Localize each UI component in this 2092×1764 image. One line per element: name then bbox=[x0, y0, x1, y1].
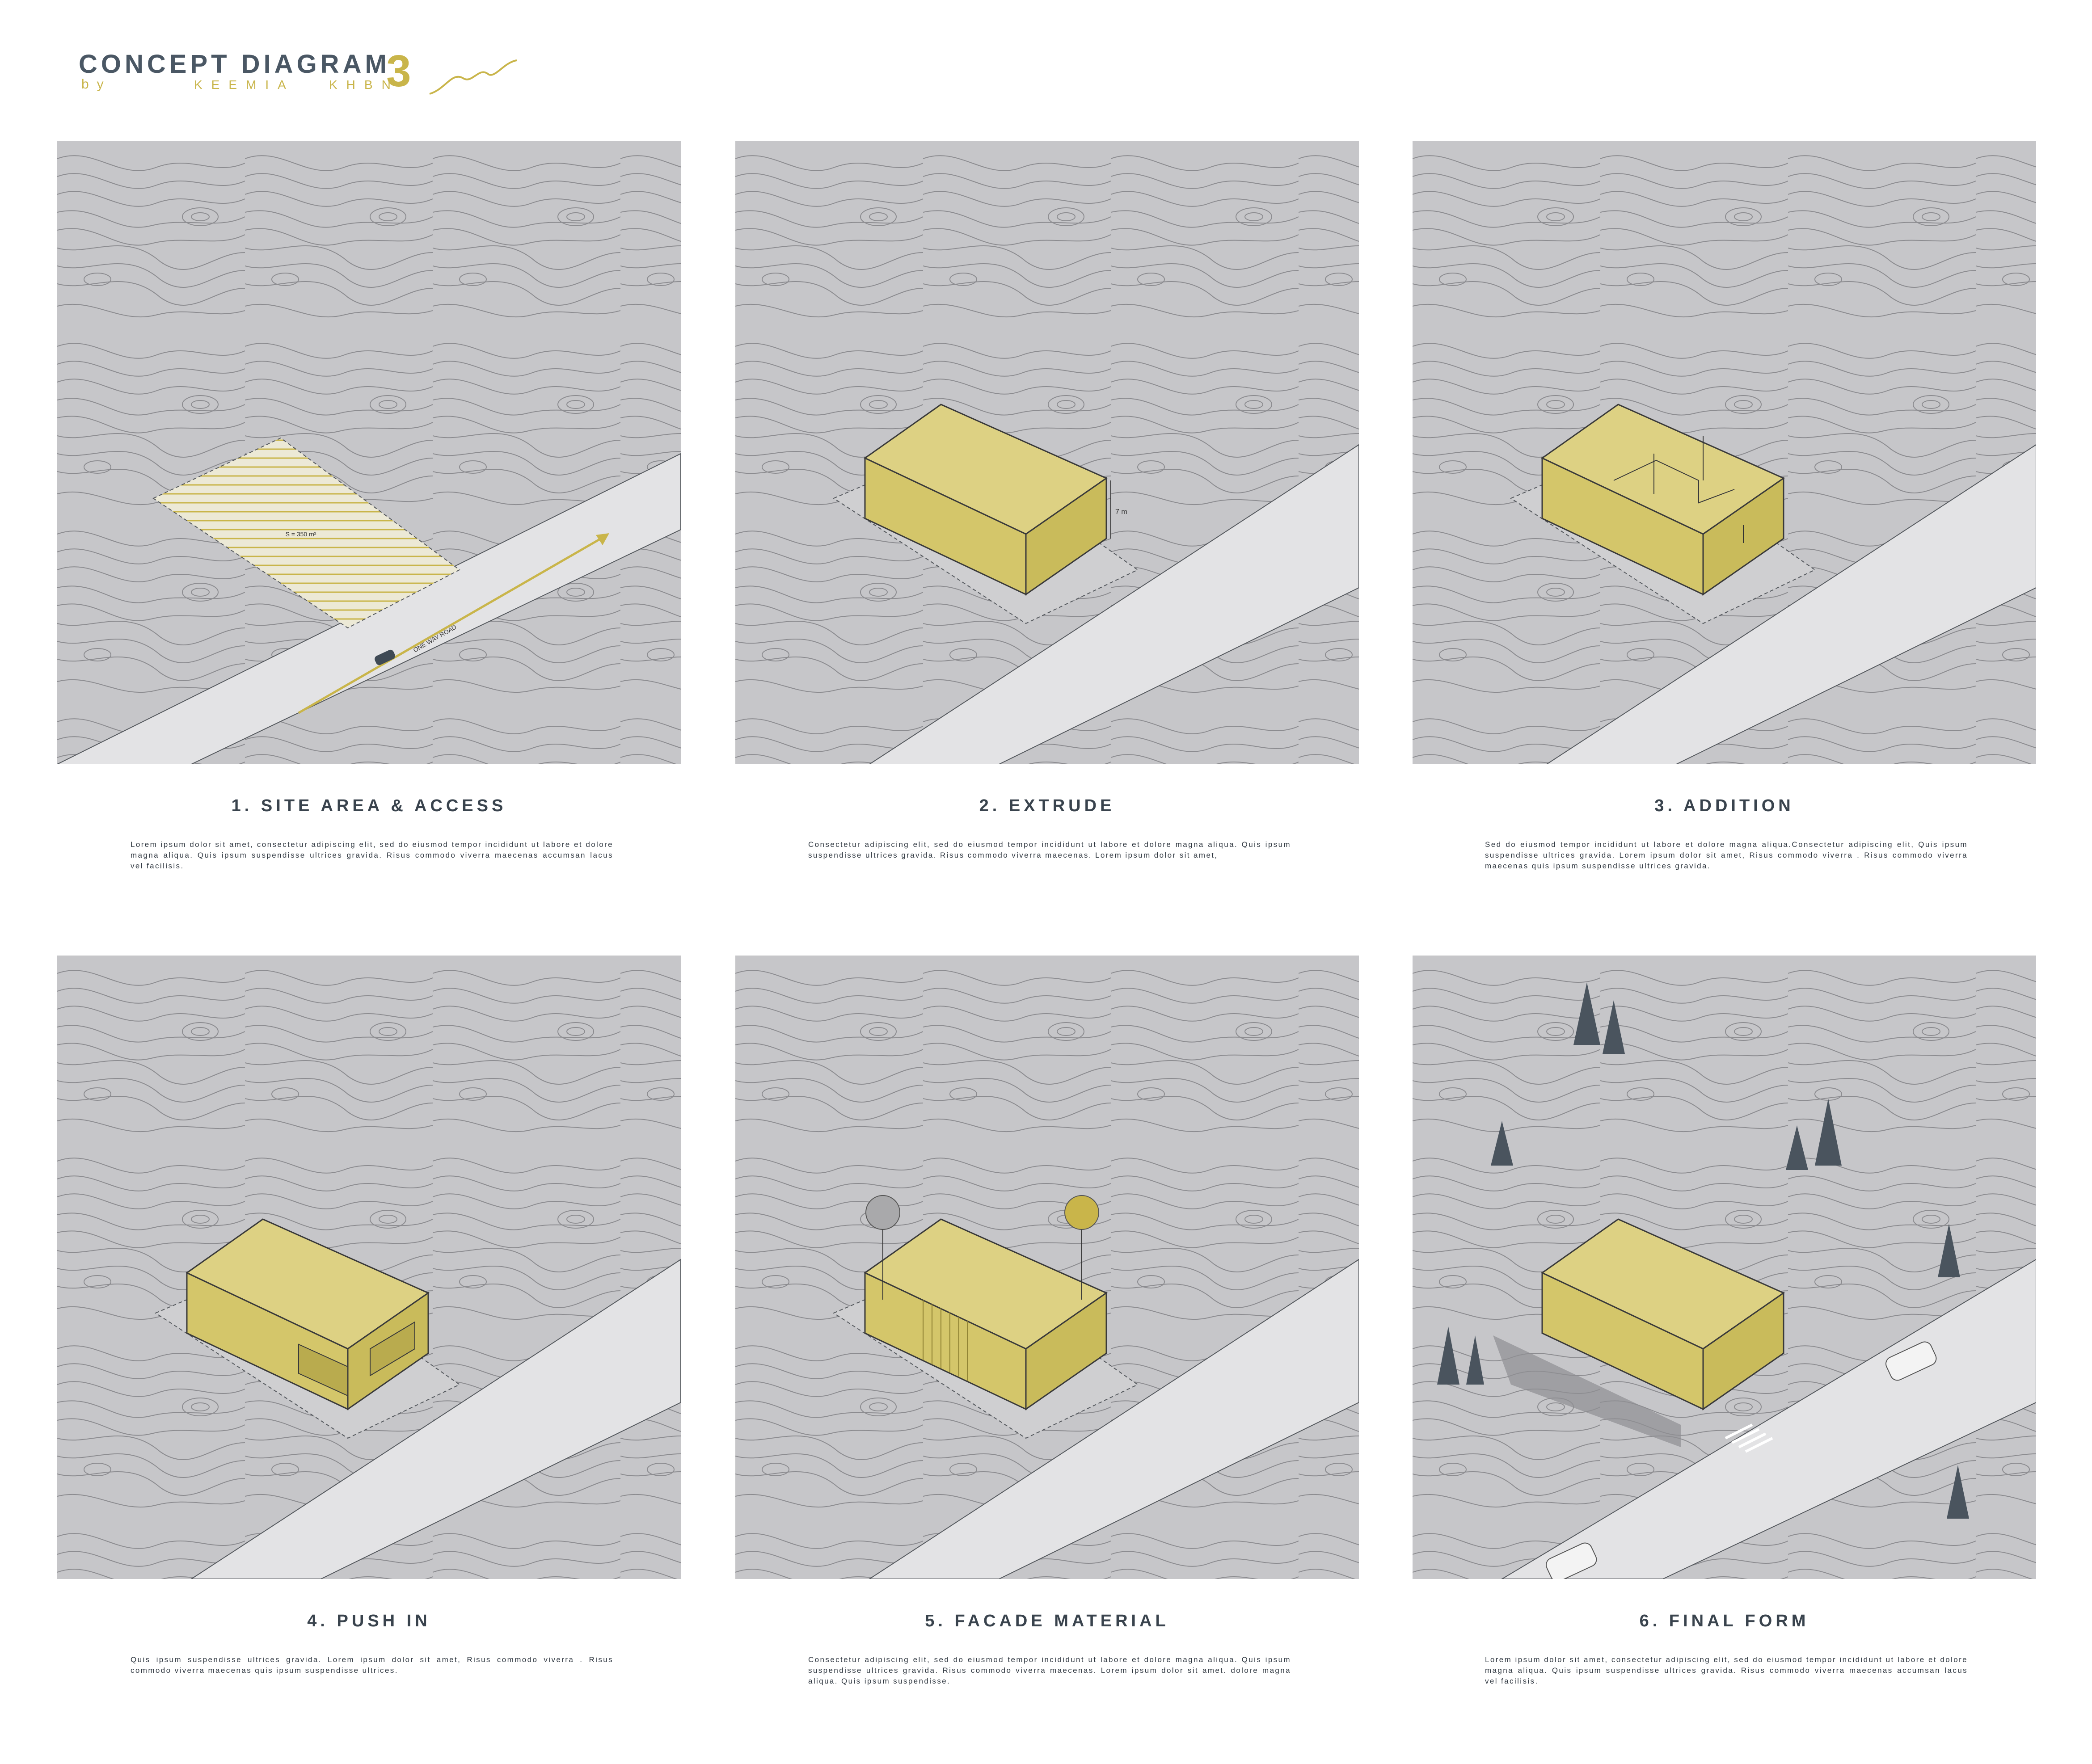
step-4-title: 4. PUSH IN bbox=[307, 1612, 431, 1630]
step-5-diagram bbox=[735, 956, 1359, 1579]
step-3-title: 3. ADDITION bbox=[1654, 796, 1794, 815]
height-label: 7 m bbox=[1115, 508, 1127, 516]
step-6-description: Lorem ipsum dolor sit amet, consectetur … bbox=[1485, 1655, 1968, 1685]
step-2-title: 2. EXTRUDE bbox=[979, 796, 1115, 815]
author-first-name: KEEMIA bbox=[194, 78, 295, 92]
signature-squiggle-icon bbox=[429, 59, 517, 95]
step-2-description: Consectetur adipiscing elit, sed do eius… bbox=[808, 840, 1291, 859]
step-1-description: Lorem ipsum dolor sit amet, consectetur … bbox=[131, 840, 613, 870]
step-5-description: Consectetur adipiscing elit, sed do eius… bbox=[808, 1655, 1291, 1685]
page-title: CONCEPT DIAGRAM bbox=[79, 50, 390, 79]
step-4-diagram bbox=[57, 956, 681, 1579]
material-swatch-concrete-icon bbox=[865, 1195, 900, 1230]
author-last-name: KHBN bbox=[329, 78, 400, 92]
step-1-diagram: S = 350 m² ONE WAY ROAD bbox=[57, 141, 681, 764]
step-4-description: Quis ipsum suspendisse ultrices gravida.… bbox=[131, 1655, 613, 1675]
area-label: S = 350 m² bbox=[286, 530, 316, 538]
step-6-title: 6. FINAL FORM bbox=[1639, 1612, 1809, 1630]
page-header: CONCEPT DIAGRAM 3 by KEEMIA KHBN bbox=[79, 46, 526, 103]
step-3-description: Sed do eiusmod tempor incididunt ut labo… bbox=[1485, 840, 1968, 870]
step-2-diagram: 7 m bbox=[735, 141, 1359, 764]
material-swatch-wood-icon bbox=[1064, 1195, 1099, 1230]
step-1-title: 1. SITE AREA & ACCESS bbox=[231, 796, 507, 815]
step-3-diagram bbox=[1413, 141, 2036, 764]
step-5-title: 5. FACADE MATERIAL bbox=[925, 1612, 1169, 1630]
byline-by: by bbox=[81, 77, 112, 92]
step-6-diagram bbox=[1413, 956, 2036, 1579]
